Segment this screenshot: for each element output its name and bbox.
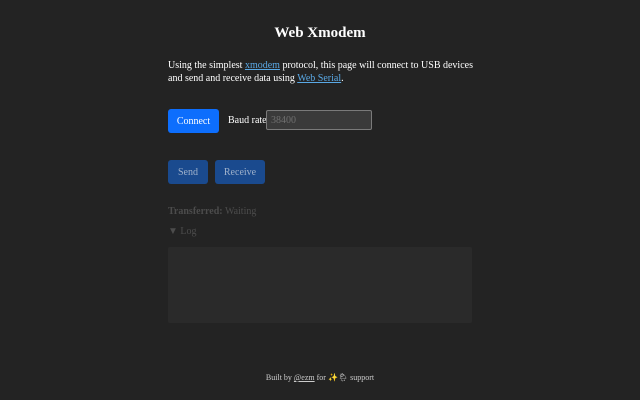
page-title: Web Xmodem	[274, 25, 366, 41]
footer-built-by: Built by	[265, 373, 294, 382]
intro-text-before: Using the simplest	[168, 60, 245, 71]
send-button[interactable]: Send	[168, 160, 208, 184]
connect-button[interactable]: Connect	[168, 109, 219, 133]
footer-support: support	[348, 373, 375, 382]
transferred-value: Waiting	[224, 206, 257, 217]
baud-rate-input[interactable]	[266, 110, 372, 130]
intro-paragraph: Using the simplest xmodem protocol, this…	[168, 59, 478, 85]
caret-down-icon: ▼	[168, 226, 178, 237]
log-label: Log	[180, 226, 197, 237]
receive-button[interactable]: Receive	[215, 160, 265, 184]
xmodem-link[interactable]: xmodem	[245, 60, 280, 71]
intro-text-after: .	[341, 73, 344, 84]
log-output	[168, 247, 472, 323]
footer-for: for	[314, 373, 328, 382]
footer: Built by @ezm for ✨🌦 support	[0, 373, 640, 382]
transfer-status: Transferred: Waiting	[168, 206, 256, 217]
author-link[interactable]: @ezm	[294, 373, 315, 382]
web-serial-link[interactable]: Web Serial	[297, 73, 341, 84]
transferred-label: Transferred:	[168, 206, 223, 217]
baud-rate-label: Baud rate:	[228, 115, 270, 126]
log-toggle[interactable]: ▼ Log	[168, 226, 197, 237]
sparkle-cloud-emoji: ✨🌦	[327, 373, 349, 382]
